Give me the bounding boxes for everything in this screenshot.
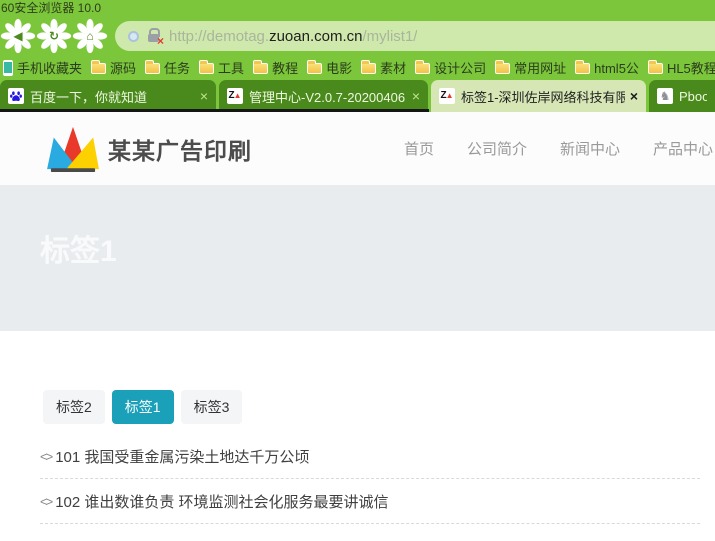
browser-tab-pboot[interactable]: ♞ PbootC xyxy=(649,80,715,112)
list-bullet-icon: <> xyxy=(40,449,51,464)
folder-icon xyxy=(307,63,322,74)
site-info-icon[interactable] xyxy=(128,31,139,42)
knight-icon: ♞ xyxy=(657,88,673,104)
refresh-icon: ↻ xyxy=(49,30,59,42)
tab-title: 标签1-深圳佐岸网络科技有限 xyxy=(461,87,625,106)
close-icon[interactable]: × xyxy=(630,89,638,103)
home-icon: ⌂ xyxy=(86,30,93,42)
bookmark-label: 任务 xyxy=(164,58,190,77)
filter-tab-label2[interactable]: 标签2 xyxy=(43,390,105,424)
browser-tab-label1-active[interactable]: Z▲ 标签1-深圳佐岸网络科技有限 × xyxy=(431,80,646,112)
browser-tab-admin-center[interactable]: Z▲ 管理中心-V2.0.7-20200406 × xyxy=(219,80,428,112)
list-bullet-icon: <> xyxy=(40,494,51,509)
window-titlebar: 60安全浏览器 10.0 xyxy=(0,0,715,17)
bookmark-item-mobile-favorites[interactable]: 手机收藏夹 xyxy=(3,58,82,77)
folder-icon xyxy=(361,63,376,74)
webpage: 某某广告印刷 首页 公司简介 新闻中心 产品中心 标签1 标签2 标签1 标签3… xyxy=(0,112,715,541)
close-icon[interactable]: × xyxy=(200,89,208,103)
filter-tabs: 标签2 标签1 标签3 xyxy=(43,390,700,424)
home-button[interactable]: ⌂ xyxy=(72,18,108,54)
folder-icon xyxy=(415,63,430,74)
bookmark-item[interactable]: 常用网址 xyxy=(495,58,566,77)
bookmark-item[interactable]: 电影 xyxy=(307,58,352,77)
banner-title: 标签1 xyxy=(40,226,715,270)
phone-icon xyxy=(3,60,13,76)
article-list: <> 101 我国受重金属污染土地达千万公顷 <> 102 谁出数谁负责 环境监… xyxy=(40,434,700,524)
back-button[interactable]: ◀ xyxy=(0,18,36,54)
address-bar[interactable]: http://demotag.zuoan.com.cn/mylist1/ xyxy=(115,21,715,51)
browser-toolbar: ◀ ↻ ⌂ http://demotag.zuoan.com.cn/mylist… xyxy=(0,17,715,55)
folder-icon xyxy=(253,63,268,74)
bookmark-label: html5公 xyxy=(594,58,639,77)
site-logo-text: 某某广告印刷 xyxy=(108,132,252,166)
page-content: 标签2 标签1 标签3 <> 101 我国受重金属污染土地达千万公顷 <> 10… xyxy=(0,331,715,524)
browser-window: 60安全浏览器 10.0 ◀ ↻ ⌂ http://demotag.zuoan.… xyxy=(0,0,715,541)
site-header: 某某广告印刷 首页 公司简介 新闻中心 产品中心 xyxy=(0,112,715,185)
url-path: /mylist1/ xyxy=(362,28,417,45)
bookmark-label: 设计公司 xyxy=(434,58,486,77)
bookmark-label: 源码 xyxy=(110,58,136,77)
bookmark-label: 手机收藏夹 xyxy=(17,58,82,77)
article-title: 101 我国受重金属污染土地达千万公顷 xyxy=(55,446,309,467)
folder-icon xyxy=(145,63,160,74)
back-icon: ◀ xyxy=(13,30,22,42)
filter-tab-label1-active[interactable]: 标签1 xyxy=(112,390,174,424)
refresh-button[interactable]: ↻ xyxy=(36,18,72,54)
folder-icon xyxy=(91,63,106,74)
browser-tab-baidu[interactable]: 百度一下，你就知道 × xyxy=(0,80,216,112)
bookmark-item[interactable]: 任务 xyxy=(145,58,190,77)
za-logo-icon: Z▲ xyxy=(439,88,455,104)
tab-title: 管理中心-V2.0.7-20200406 xyxy=(249,87,407,106)
bookmark-label: 素材 xyxy=(380,58,406,77)
folder-icon xyxy=(575,63,590,74)
bookmark-label: HL5教程 xyxy=(667,58,715,77)
bookmark-label: 常用网址 xyxy=(514,58,566,77)
article-title: 102 谁出数谁负责 环境监测社会化服务最要讲诚信 xyxy=(55,491,388,512)
insecure-lock-icon[interactable] xyxy=(148,34,159,42)
crown-logo-icon xyxy=(44,125,102,173)
site-logo[interactable]: 某某广告印刷 xyxy=(44,125,252,173)
list-item-article-102[interactable]: <> 102 谁出数谁负责 环境监测社会化服务最要讲诚信 xyxy=(40,479,700,524)
url-scheme-host: http://demotag. xyxy=(169,28,269,45)
nav-item-home[interactable]: 首页 xyxy=(404,138,434,159)
folder-icon xyxy=(199,63,214,74)
bookmark-label: 教程 xyxy=(272,58,298,77)
close-icon[interactable]: × xyxy=(412,89,420,103)
folder-icon xyxy=(648,63,663,74)
tab-strip: 百度一下，你就知道 × Z▲ 管理中心-V2.0.7-20200406 × Z▲… xyxy=(0,80,715,112)
bookmark-item[interactable]: HL5教程 xyxy=(648,58,715,77)
bookmark-label: 电影 xyxy=(326,58,352,77)
bookmark-item[interactable]: 设计公司 xyxy=(415,58,486,77)
bookmarks-bar: 手机收藏夹 源码 任务 工具 教程 电影 素材 设计公司 常用网址 html5公… xyxy=(0,55,715,80)
za-logo-icon: Z▲ xyxy=(227,88,243,104)
bookmark-item[interactable]: 素材 xyxy=(361,58,406,77)
bookmark-item[interactable]: html5公 xyxy=(575,58,639,77)
nav-item-news[interactable]: 新闻中心 xyxy=(560,138,620,159)
nav-item-about[interactable]: 公司简介 xyxy=(467,138,527,159)
bookmark-label: 工具 xyxy=(218,58,244,77)
tab-title: PbootC xyxy=(679,89,707,104)
url-domain: zuoan.com.cn xyxy=(269,28,362,45)
filter-tab-label3[interactable]: 标签3 xyxy=(181,390,243,424)
page-banner: 标签1 xyxy=(0,185,715,331)
browser-chrome: 60安全浏览器 10.0 ◀ ↻ ⌂ http://demotag.zuoan.… xyxy=(0,0,715,112)
site-nav: 首页 公司简介 新闻中心 产品中心 xyxy=(404,138,715,159)
bookmark-item[interactable]: 教程 xyxy=(253,58,298,77)
folder-icon xyxy=(495,63,510,74)
tab-title: 百度一下，你就知道 xyxy=(30,87,195,106)
window-title: 60安全浏览器 10.0 xyxy=(1,1,101,15)
list-item-article-101[interactable]: <> 101 我国受重金属污染土地达千万公顷 xyxy=(40,434,700,479)
tabstrip-underline xyxy=(0,109,429,112)
baidu-paw-icon xyxy=(8,88,24,104)
bookmark-item[interactable]: 源码 xyxy=(91,58,136,77)
bookmark-item[interactable]: 工具 xyxy=(199,58,244,77)
url-text[interactable]: http://demotag.zuoan.com.cn/mylist1/ xyxy=(169,28,417,45)
nav-item-products[interactable]: 产品中心 xyxy=(653,138,713,159)
